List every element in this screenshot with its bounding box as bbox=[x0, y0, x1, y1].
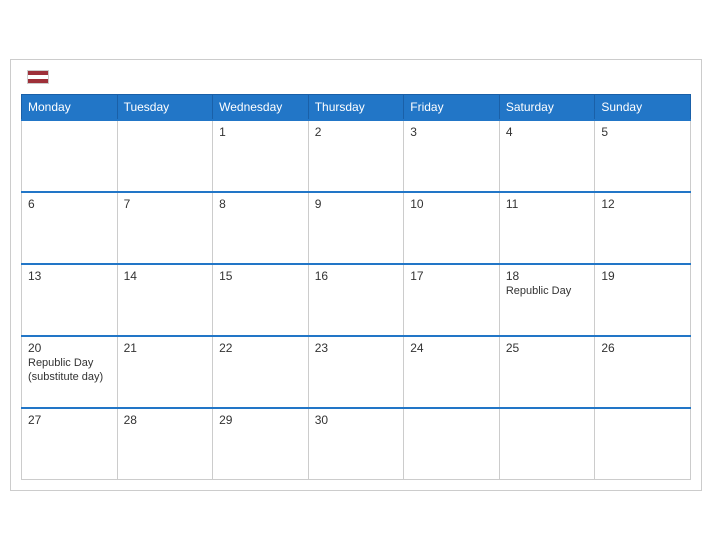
calendar-week-row: 6789 10 11 12 bbox=[22, 192, 691, 264]
calendar-week-row: 27 28 29 30 bbox=[22, 408, 691, 480]
calendar-day-cell: 9 bbox=[308, 192, 404, 264]
day-number: 11 bbox=[506, 197, 589, 211]
calendar-day-cell: 5 bbox=[595, 120, 691, 192]
calendar-body: 123456789101112131415161718Republic Day1… bbox=[22, 120, 691, 480]
calendar-grid: MondayTuesdayWednesdayThursdayFridaySatu… bbox=[21, 94, 691, 481]
calendar-day-cell bbox=[404, 408, 500, 480]
day-number: 12 bbox=[601, 197, 684, 211]
calendar-day-cell: 17 bbox=[404, 264, 500, 336]
day-number: 4 bbox=[506, 125, 589, 139]
calendar-day-cell: 10 bbox=[404, 192, 500, 264]
day-number: 27 bbox=[28, 413, 111, 427]
calendar-day-cell: 8 bbox=[213, 192, 309, 264]
calendar-day-cell bbox=[499, 408, 595, 480]
day-number: 2 bbox=[315, 125, 398, 139]
calendar-header bbox=[21, 70, 691, 84]
day-number: 5 bbox=[601, 125, 684, 139]
calendar-day-cell: 6 bbox=[22, 192, 118, 264]
day-number: 16 bbox=[315, 269, 398, 283]
day-number: 29 bbox=[219, 413, 302, 427]
day-number: 20 bbox=[28, 341, 111, 355]
day-number: 24 bbox=[410, 341, 493, 355]
day-event: (substitute day) bbox=[28, 371, 111, 383]
weekdays-row: MondayTuesdayWednesdayThursdayFridaySatu… bbox=[22, 94, 691, 120]
day-number: 22 bbox=[219, 341, 302, 355]
day-number: 9 bbox=[315, 197, 398, 211]
calendar-week-row: 20 Republic Day (substitute day) 21 22 23 24 25… bbox=[22, 336, 691, 408]
calendar-day-cell: 28 bbox=[117, 408, 213, 480]
calendar-day-cell: 30 bbox=[308, 408, 404, 480]
calendar-container: MondayTuesdayWednesdayThursdayFridaySatu… bbox=[10, 59, 702, 492]
calendar-day-cell: 14 bbox=[117, 264, 213, 336]
day-number: 18 bbox=[506, 269, 589, 283]
day-number: 30 bbox=[315, 413, 398, 427]
calendar-day-cell: 24 bbox=[404, 336, 500, 408]
day-number: 14 bbox=[124, 269, 207, 283]
day-number: 10 bbox=[410, 197, 493, 211]
day-number: 15 bbox=[219, 269, 302, 283]
calendar-day-cell: 21 bbox=[117, 336, 213, 408]
day-number: 25 bbox=[506, 341, 589, 355]
calendar-week-row: 13 14 15 16 17 18 Republic Day 19 bbox=[22, 264, 691, 336]
calendar-day-cell: 7 bbox=[117, 192, 213, 264]
calendar-day-cell: 23 bbox=[308, 336, 404, 408]
day-event: Republic Day bbox=[506, 285, 589, 297]
calendar-day-cell: 20 Republic Day (substitute day) bbox=[22, 336, 118, 408]
weekday-header-saturday: Saturday bbox=[499, 94, 595, 120]
weekday-header-wednesday: Wednesday bbox=[213, 94, 309, 120]
calendar-day-cell: 27 bbox=[22, 408, 118, 480]
calendar-day-cell: 4 bbox=[499, 120, 595, 192]
day-number: 23 bbox=[315, 341, 398, 355]
calendar-day-cell: 12 bbox=[595, 192, 691, 264]
calendar-day-cell: 13 bbox=[22, 264, 118, 336]
weekday-header-friday: Friday bbox=[404, 94, 500, 120]
calendar-day-cell: 29 bbox=[213, 408, 309, 480]
calendar-day-cell: 16 bbox=[308, 264, 404, 336]
weekday-header-monday: Monday bbox=[22, 94, 118, 120]
calendar-day-cell: 11 bbox=[499, 192, 595, 264]
calendar-day-cell: 2 bbox=[308, 120, 404, 192]
day-event: Republic Day bbox=[28, 357, 111, 369]
calendar-day-cell: 15 bbox=[213, 264, 309, 336]
calendar-day-cell bbox=[22, 120, 118, 192]
logo bbox=[25, 70, 49, 84]
calendar-day-cell bbox=[117, 120, 213, 192]
calendar-day-cell: 3 bbox=[404, 120, 500, 192]
calendar-day-cell: 19 bbox=[595, 264, 691, 336]
day-number: 28 bbox=[124, 413, 207, 427]
day-number: 26 bbox=[601, 341, 684, 355]
weekday-header-tuesday: Tuesday bbox=[117, 94, 213, 120]
weekday-header-sunday: Sunday bbox=[595, 94, 691, 120]
day-number: 19 bbox=[601, 269, 684, 283]
calendar-week-row: 12345 bbox=[22, 120, 691, 192]
calendar-weekdays-header: MondayTuesdayWednesdayThursdayFridaySatu… bbox=[22, 94, 691, 120]
weekday-header-thursday: Thursday bbox=[308, 94, 404, 120]
calendar-day-cell: 22 bbox=[213, 336, 309, 408]
day-number: 17 bbox=[410, 269, 493, 283]
day-number: 8 bbox=[219, 197, 302, 211]
calendar-day-cell: 18 Republic Day bbox=[499, 264, 595, 336]
day-number: 1 bbox=[219, 125, 302, 139]
day-number: 21 bbox=[124, 341, 207, 355]
day-number: 6 bbox=[28, 197, 111, 211]
day-number: 3 bbox=[410, 125, 493, 139]
calendar-day-cell bbox=[595, 408, 691, 480]
calendar-day-cell: 25 bbox=[499, 336, 595, 408]
day-number: 13 bbox=[28, 269, 111, 283]
logo-flag-icon bbox=[27, 70, 49, 84]
calendar-day-cell: 26 bbox=[595, 336, 691, 408]
day-number: 7 bbox=[124, 197, 207, 211]
calendar-day-cell: 1 bbox=[213, 120, 309, 192]
